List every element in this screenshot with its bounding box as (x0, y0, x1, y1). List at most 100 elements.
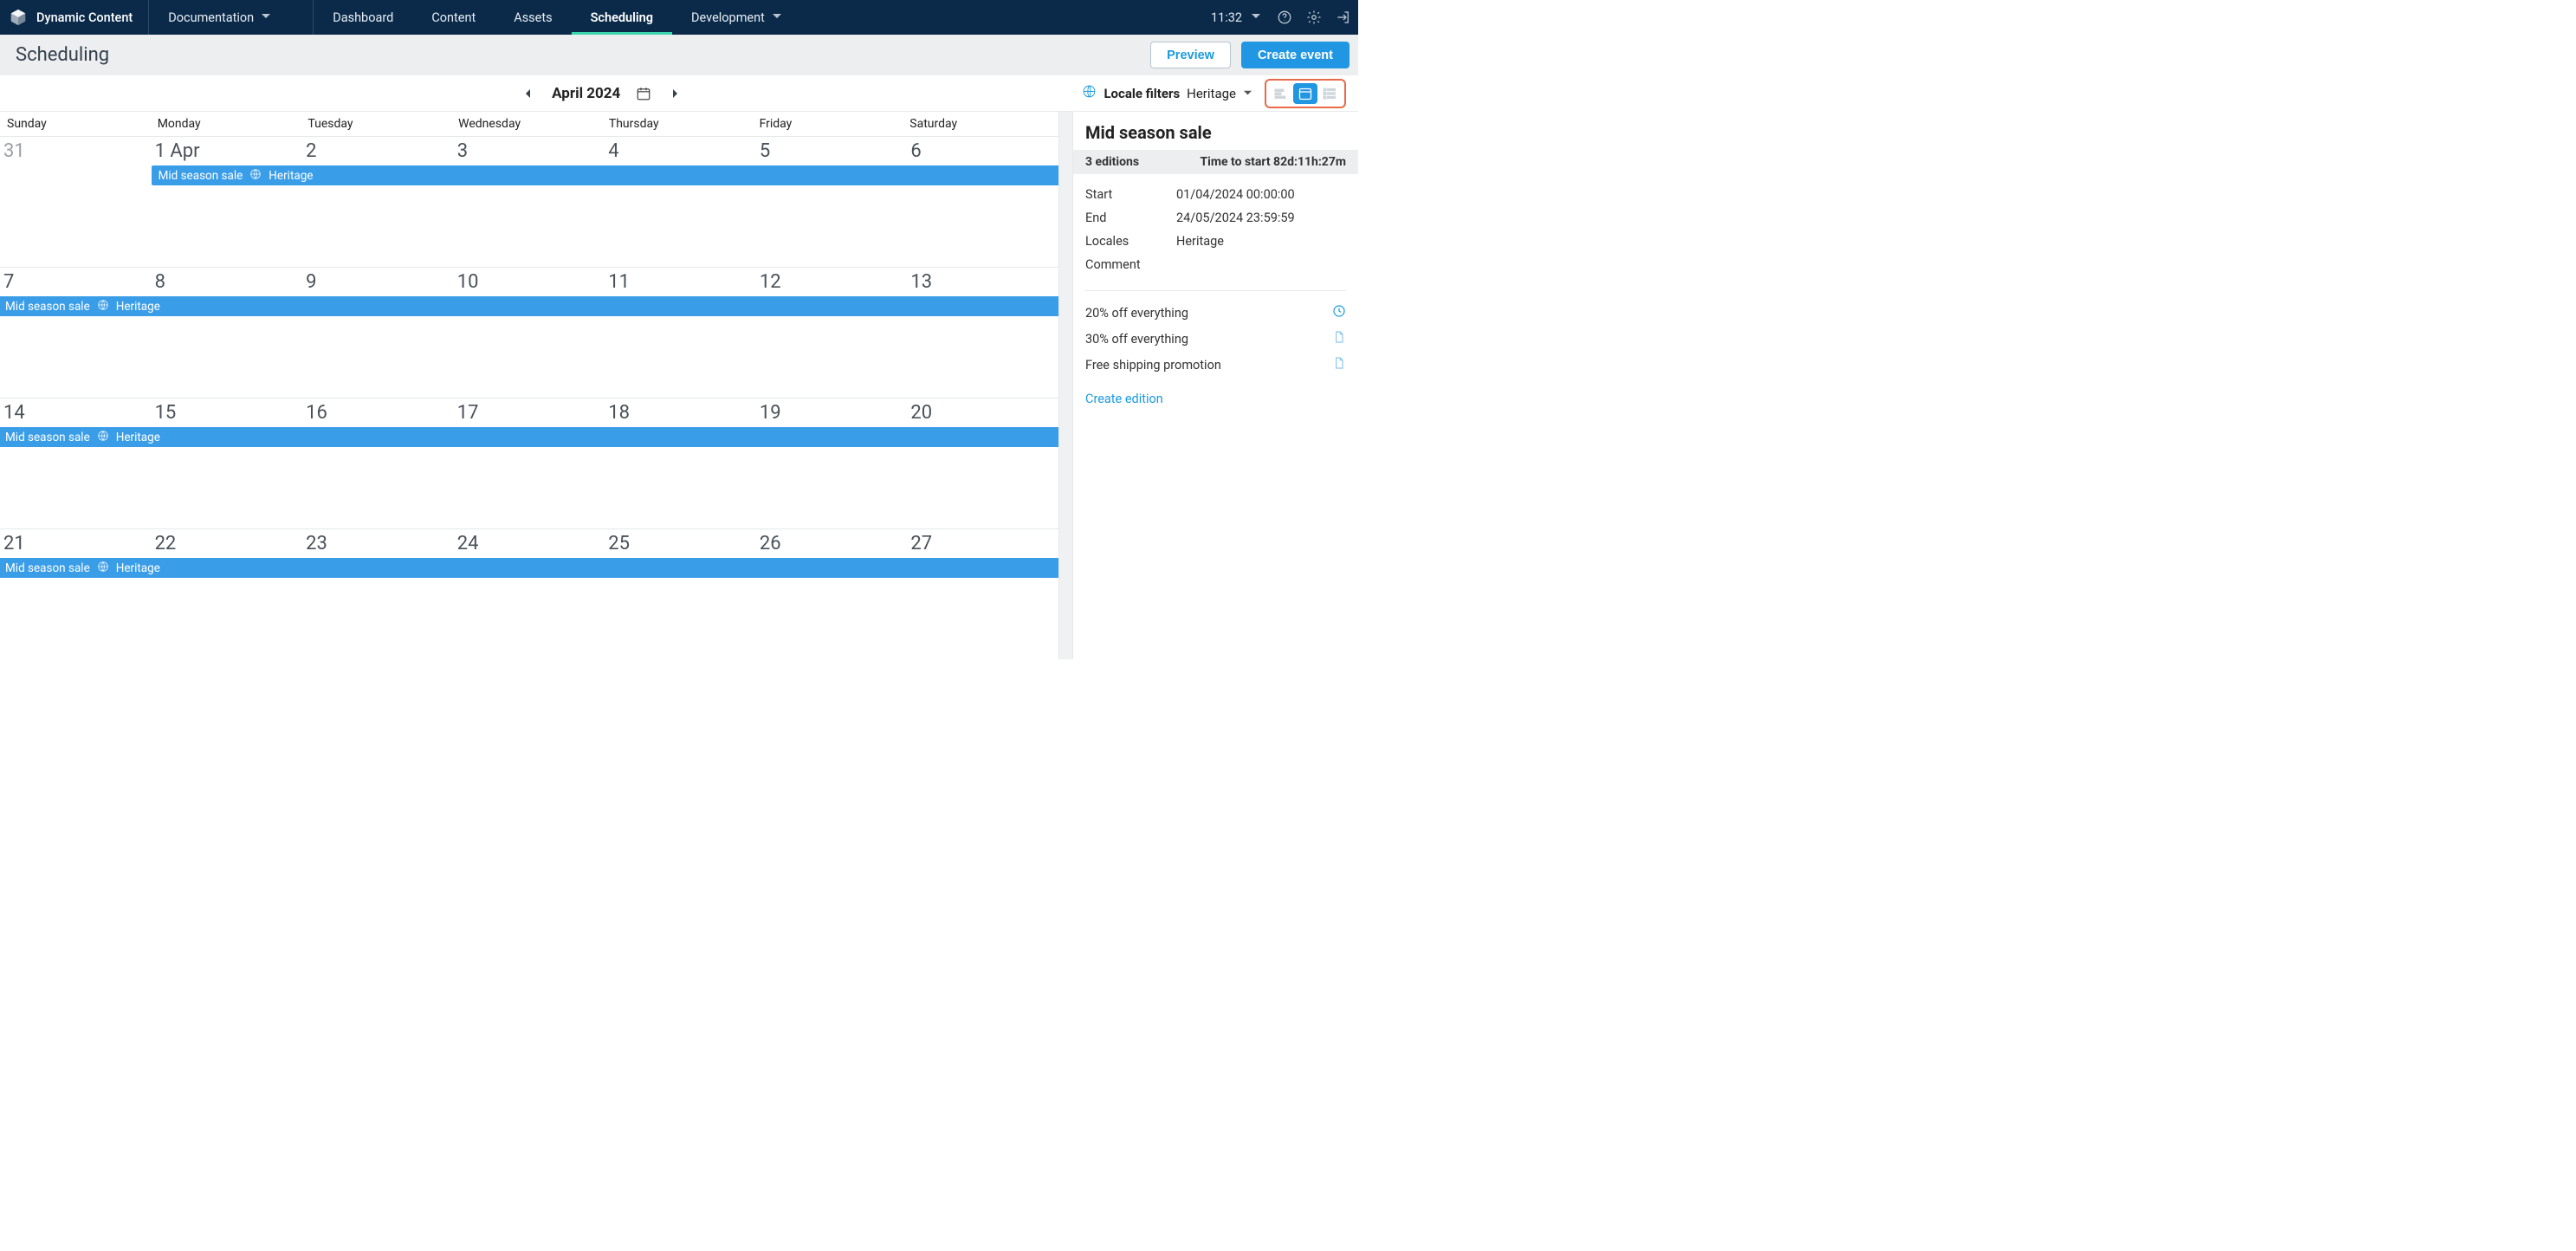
event-bar[interactable]: Mid season saleHeritage (152, 165, 1058, 185)
event-bar-title: Mid season sale (5, 300, 90, 314)
day-cell[interactable]: 15 (152, 399, 303, 528)
day-cell[interactable]: 8 (152, 268, 303, 398)
edition-name: 20% off everything (1085, 306, 1188, 321)
day-cell[interactable]: 7 (0, 268, 152, 398)
day-cell[interactable]: 18 (605, 399, 756, 528)
page-icon (1332, 356, 1346, 373)
event-bar[interactable]: Mid season saleHeritage (0, 558, 1058, 578)
help-button[interactable] (1270, 0, 1299, 35)
day-cell[interactable]: 16 (302, 399, 454, 528)
scrollbar[interactable] (1058, 112, 1072, 659)
day-cell[interactable]: 2 (302, 137, 454, 267)
month-label: April 2024 (552, 85, 620, 102)
day-cell[interactable]: 22 (152, 529, 303, 659)
calendar-toolbar: April 2024 Locale filters Heritage (0, 75, 1358, 112)
editions-count: 3 editions (1085, 155, 1139, 169)
day-number: 12 (760, 271, 904, 293)
brand-name: Dynamic Content (36, 10, 133, 25)
create-edition-link[interactable]: Create edition (1073, 383, 1175, 415)
preview-button[interactable]: Preview (1150, 42, 1231, 68)
globe-icon (97, 561, 109, 576)
day-number: 21 (3, 533, 148, 554)
event-bar-locale: Heritage (116, 561, 160, 575)
day-number: 13 (910, 271, 1055, 293)
day-number: 27 (910, 533, 1055, 554)
prev-month-button[interactable] (521, 86, 536, 101)
event-bar-locale: Heritage (116, 300, 160, 314)
day-cell[interactable]: 23 (302, 529, 454, 659)
day-number: 15 (155, 402, 300, 424)
top-nav: Dynamic Content Documentation Dashboard … (0, 0, 1358, 35)
help-icon (1277, 10, 1292, 25)
day-number: 4 (608, 140, 753, 162)
nav-dashboard[interactable]: Dashboard (314, 0, 412, 35)
nav-content[interactable]: Content (412, 0, 495, 35)
next-month-button[interactable] (667, 86, 683, 101)
nav-assets-label: Assets (514, 10, 552, 25)
time-to-start: Time to start 82d:11h:27m (1200, 155, 1346, 169)
day-cell[interactable]: 17 (454, 399, 605, 528)
day-cell[interactable]: 11 (605, 268, 756, 398)
nav-scheduling-label: Scheduling (591, 10, 653, 25)
day-header-thursday: Thursday (607, 117, 758, 131)
day-cell[interactable]: 19 (756, 399, 908, 528)
list-view-button[interactable] (1317, 83, 1342, 104)
week-row: 21 222324252627 Mid season saleHeritage (0, 529, 1058, 659)
day-cell[interactable]: 12 (756, 268, 908, 398)
day-cell[interactable]: 26 (756, 529, 908, 659)
day-number: 7 (3, 271, 148, 293)
edition-row[interactable]: 20% off everything (1085, 300, 1346, 326)
day-cell[interactable]: 24 (454, 529, 605, 659)
day-cell[interactable]: 14 (0, 399, 152, 528)
day-cell[interactable]: 25 (605, 529, 756, 659)
nav-documentation[interactable]: Documentation (149, 0, 314, 35)
day-number: 3 (457, 140, 602, 162)
locale-filter[interactable]: Locale filters Heritage (1082, 84, 1265, 102)
day-cell[interactable]: 5 (756, 137, 908, 267)
globe-icon (97, 299, 109, 314)
day-cell[interactable]: 21 (0, 529, 152, 659)
clock[interactable]: 11:32 (1202, 10, 1270, 25)
day-header-friday: Friday (758, 117, 909, 131)
day-number: 22 (155, 533, 300, 554)
edition-row[interactable]: 30% off everything (1085, 326, 1346, 352)
day-cell[interactable]: 4 (605, 137, 756, 267)
day-cell[interactable]: 31 (0, 137, 152, 267)
start-label: Start (1085, 187, 1176, 202)
sub-header: Scheduling Preview Create event (0, 35, 1358, 75)
event-title: Mid season sale (1085, 122, 1346, 143)
day-cell[interactable]: 1 Apr (152, 137, 303, 267)
nav-scheduling[interactable]: Scheduling (572, 0, 672, 35)
event-bar[interactable]: Mid season saleHeritage (0, 427, 1058, 447)
day-cell[interactable]: 27 (907, 529, 1058, 659)
create-event-button[interactable]: Create event (1241, 42, 1349, 68)
brand-logo-icon (9, 8, 28, 27)
nav-development[interactable]: Development (672, 0, 801, 35)
clock-time: 11:32 (1211, 10, 1242, 25)
day-cell[interactable]: 3 (454, 137, 605, 267)
brand[interactable]: Dynamic Content (0, 0, 149, 35)
logout-button[interactable] (1329, 0, 1358, 35)
edition-row[interactable]: Free shipping promotion (1085, 352, 1346, 378)
day-cell[interactable]: 6 (907, 137, 1058, 267)
day-number: 24 (457, 533, 602, 554)
page-icon (1332, 330, 1346, 347)
day-cell[interactable]: 20 (907, 399, 1058, 528)
calendar-view-button[interactable] (1293, 83, 1317, 104)
comment-value (1176, 257, 1346, 272)
view-toggle (1265, 79, 1346, 108)
date-picker-button[interactable] (636, 86, 651, 101)
nav-assets[interactable]: Assets (495, 0, 571, 35)
settings-button[interactable] (1299, 0, 1329, 35)
chevron-down-icon (1243, 86, 1252, 101)
locales-value: Heritage (1176, 234, 1346, 249)
day-cell[interactable]: 10 (454, 268, 605, 398)
gear-icon (1306, 10, 1322, 25)
day-number: 19 (760, 402, 904, 424)
event-bar[interactable]: Mid season sale Heritage (0, 296, 1058, 316)
day-number: 31 (3, 140, 148, 162)
timeline-view-button[interactable] (1269, 83, 1293, 104)
chevron-down-icon (261, 10, 271, 25)
day-cell[interactable]: 9 (302, 268, 454, 398)
day-cell[interactable]: 13 (907, 268, 1058, 398)
